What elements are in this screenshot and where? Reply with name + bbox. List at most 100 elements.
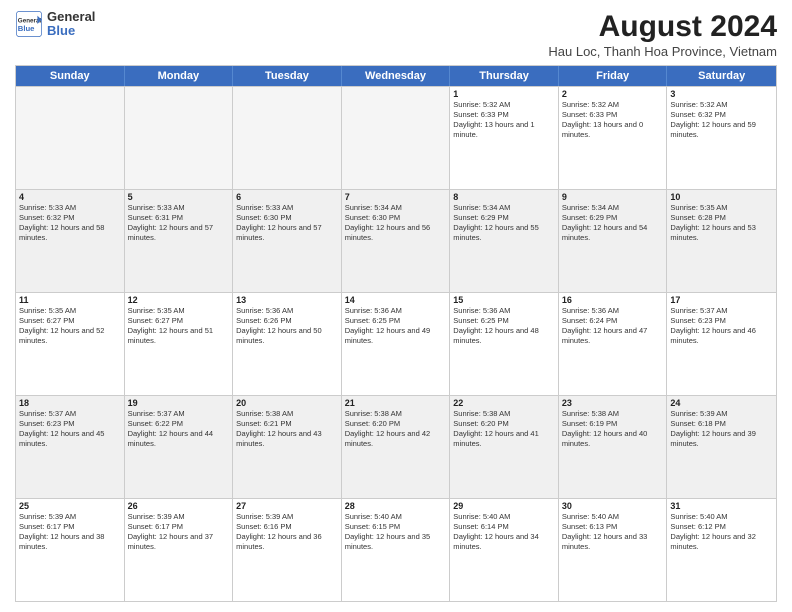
day-number: 11: [19, 295, 121, 305]
calendar-row-4: 25Sunrise: 5:39 AMSunset: 6:17 PMDayligh…: [16, 498, 776, 601]
calendar-cell: 31Sunrise: 5:40 AMSunset: 6:12 PMDayligh…: [667, 499, 776, 601]
calendar-cell: 13Sunrise: 5:36 AMSunset: 6:26 PMDayligh…: [233, 293, 342, 395]
day-number: 26: [128, 501, 230, 511]
day-info: Sunrise: 5:37 AMSunset: 6:22 PMDaylight:…: [128, 409, 230, 450]
day-info: Sunrise: 5:39 AMSunset: 6:16 PMDaylight:…: [236, 512, 338, 553]
calendar-cell: 16Sunrise: 5:36 AMSunset: 6:24 PMDayligh…: [559, 293, 668, 395]
calendar-cell: 23Sunrise: 5:38 AMSunset: 6:19 PMDayligh…: [559, 396, 668, 498]
day-info: Sunrise: 5:37 AMSunset: 6:23 PMDaylight:…: [19, 409, 121, 450]
calendar: SundayMondayTuesdayWednesdayThursdayFrid…: [15, 65, 777, 602]
day-number: 3: [670, 89, 773, 99]
calendar-cell: 14Sunrise: 5:36 AMSunset: 6:25 PMDayligh…: [342, 293, 451, 395]
day-info: Sunrise: 5:33 AMSunset: 6:30 PMDaylight:…: [236, 203, 338, 244]
calendar-cell: 30Sunrise: 5:40 AMSunset: 6:13 PMDayligh…: [559, 499, 668, 601]
calendar-cell: 9Sunrise: 5:34 AMSunset: 6:29 PMDaylight…: [559, 190, 668, 292]
day-number: 8: [453, 192, 555, 202]
calendar-cell: 2Sunrise: 5:32 AMSunset: 6:33 PMDaylight…: [559, 87, 668, 189]
calendar-cell: 20Sunrise: 5:38 AMSunset: 6:21 PMDayligh…: [233, 396, 342, 498]
day-number: 19: [128, 398, 230, 408]
day-number: 28: [345, 501, 447, 511]
header-day-sunday: Sunday: [16, 66, 125, 86]
svg-text:Blue: Blue: [18, 24, 35, 33]
day-info: Sunrise: 5:33 AMSunset: 6:31 PMDaylight:…: [128, 203, 230, 244]
day-number: 22: [453, 398, 555, 408]
title-block: August 2024 Hau Loc, Thanh Hoa Province,…: [548, 10, 777, 59]
day-info: Sunrise: 5:38 AMSunset: 6:20 PMDaylight:…: [345, 409, 447, 450]
day-number: 13: [236, 295, 338, 305]
day-info: Sunrise: 5:38 AMSunset: 6:21 PMDaylight:…: [236, 409, 338, 450]
day-number: 7: [345, 192, 447, 202]
calendar-cell: 26Sunrise: 5:39 AMSunset: 6:17 PMDayligh…: [125, 499, 234, 601]
logo-icon: General Blue: [15, 10, 43, 38]
day-number: 2: [562, 89, 664, 99]
calendar-cell: 3Sunrise: 5:32 AMSunset: 6:32 PMDaylight…: [667, 87, 776, 189]
calendar-cell: 4Sunrise: 5:33 AMSunset: 6:32 PMDaylight…: [16, 190, 125, 292]
calendar-cell: 18Sunrise: 5:37 AMSunset: 6:23 PMDayligh…: [16, 396, 125, 498]
logo-general: General: [47, 10, 95, 24]
day-number: 9: [562, 192, 664, 202]
logo-text: General Blue: [47, 10, 95, 39]
day-info: Sunrise: 5:36 AMSunset: 6:25 PMDaylight:…: [453, 306, 555, 347]
logo: General Blue General Blue: [15, 10, 95, 39]
calendar-cell: [342, 87, 451, 189]
page-title: August 2024: [548, 10, 777, 44]
calendar-cell: 1Sunrise: 5:32 AMSunset: 6:33 PMDaylight…: [450, 87, 559, 189]
calendar-row-2: 11Sunrise: 5:35 AMSunset: 6:27 PMDayligh…: [16, 292, 776, 395]
day-number: 30: [562, 501, 664, 511]
header: General Blue General Blue August 2024 Ha…: [15, 10, 777, 59]
day-number: 5: [128, 192, 230, 202]
day-number: 17: [670, 295, 773, 305]
calendar-cell: 12Sunrise: 5:35 AMSunset: 6:27 PMDayligh…: [125, 293, 234, 395]
page-subtitle: Hau Loc, Thanh Hoa Province, Vietnam: [548, 44, 777, 59]
calendar-cell: 24Sunrise: 5:39 AMSunset: 6:18 PMDayligh…: [667, 396, 776, 498]
logo-blue: Blue: [47, 24, 95, 38]
header-day-wednesday: Wednesday: [342, 66, 451, 86]
calendar-cell: 17Sunrise: 5:37 AMSunset: 6:23 PMDayligh…: [667, 293, 776, 395]
day-number: 4: [19, 192, 121, 202]
calendar-cell: 28Sunrise: 5:40 AMSunset: 6:15 PMDayligh…: [342, 499, 451, 601]
day-number: 20: [236, 398, 338, 408]
calendar-row-1: 4Sunrise: 5:33 AMSunset: 6:32 PMDaylight…: [16, 189, 776, 292]
day-number: 14: [345, 295, 447, 305]
day-info: Sunrise: 5:40 AMSunset: 6:14 PMDaylight:…: [453, 512, 555, 553]
calendar-cell: 29Sunrise: 5:40 AMSunset: 6:14 PMDayligh…: [450, 499, 559, 601]
day-info: Sunrise: 5:35 AMSunset: 6:28 PMDaylight:…: [670, 203, 773, 244]
day-number: 25: [19, 501, 121, 511]
day-number: 21: [345, 398, 447, 408]
calendar-body: 1Sunrise: 5:32 AMSunset: 6:33 PMDaylight…: [16, 86, 776, 601]
day-number: 10: [670, 192, 773, 202]
header-day-tuesday: Tuesday: [233, 66, 342, 86]
day-number: 18: [19, 398, 121, 408]
day-info: Sunrise: 5:32 AMSunset: 6:33 PMDaylight:…: [453, 100, 555, 141]
calendar-row-0: 1Sunrise: 5:32 AMSunset: 6:33 PMDaylight…: [16, 86, 776, 189]
calendar-cell: 25Sunrise: 5:39 AMSunset: 6:17 PMDayligh…: [16, 499, 125, 601]
day-info: Sunrise: 5:40 AMSunset: 6:12 PMDaylight:…: [670, 512, 773, 553]
page: General Blue General Blue August 2024 Ha…: [0, 0, 792, 612]
calendar-cell: 27Sunrise: 5:39 AMSunset: 6:16 PMDayligh…: [233, 499, 342, 601]
calendar-cell: 11Sunrise: 5:35 AMSunset: 6:27 PMDayligh…: [16, 293, 125, 395]
day-info: Sunrise: 5:32 AMSunset: 6:33 PMDaylight:…: [562, 100, 664, 141]
day-number: 6: [236, 192, 338, 202]
day-info: Sunrise: 5:34 AMSunset: 6:30 PMDaylight:…: [345, 203, 447, 244]
calendar-cell: 6Sunrise: 5:33 AMSunset: 6:30 PMDaylight…: [233, 190, 342, 292]
calendar-cell: 7Sunrise: 5:34 AMSunset: 6:30 PMDaylight…: [342, 190, 451, 292]
calendar-cell: 15Sunrise: 5:36 AMSunset: 6:25 PMDayligh…: [450, 293, 559, 395]
day-info: Sunrise: 5:35 AMSunset: 6:27 PMDaylight:…: [128, 306, 230, 347]
header-day-friday: Friday: [559, 66, 668, 86]
day-info: Sunrise: 5:37 AMSunset: 6:23 PMDaylight:…: [670, 306, 773, 347]
day-number: 24: [670, 398, 773, 408]
calendar-cell: 21Sunrise: 5:38 AMSunset: 6:20 PMDayligh…: [342, 396, 451, 498]
calendar-cell: 5Sunrise: 5:33 AMSunset: 6:31 PMDaylight…: [125, 190, 234, 292]
day-number: 23: [562, 398, 664, 408]
day-number: 31: [670, 501, 773, 511]
day-info: Sunrise: 5:34 AMSunset: 6:29 PMDaylight:…: [453, 203, 555, 244]
day-info: Sunrise: 5:36 AMSunset: 6:24 PMDaylight:…: [562, 306, 664, 347]
calendar-cell: 10Sunrise: 5:35 AMSunset: 6:28 PMDayligh…: [667, 190, 776, 292]
day-info: Sunrise: 5:35 AMSunset: 6:27 PMDaylight:…: [19, 306, 121, 347]
day-info: Sunrise: 5:38 AMSunset: 6:20 PMDaylight:…: [453, 409, 555, 450]
header-day-monday: Monday: [125, 66, 234, 86]
header-day-saturday: Saturday: [667, 66, 776, 86]
day-number: 29: [453, 501, 555, 511]
day-info: Sunrise: 5:39 AMSunset: 6:18 PMDaylight:…: [670, 409, 773, 450]
calendar-row-3: 18Sunrise: 5:37 AMSunset: 6:23 PMDayligh…: [16, 395, 776, 498]
